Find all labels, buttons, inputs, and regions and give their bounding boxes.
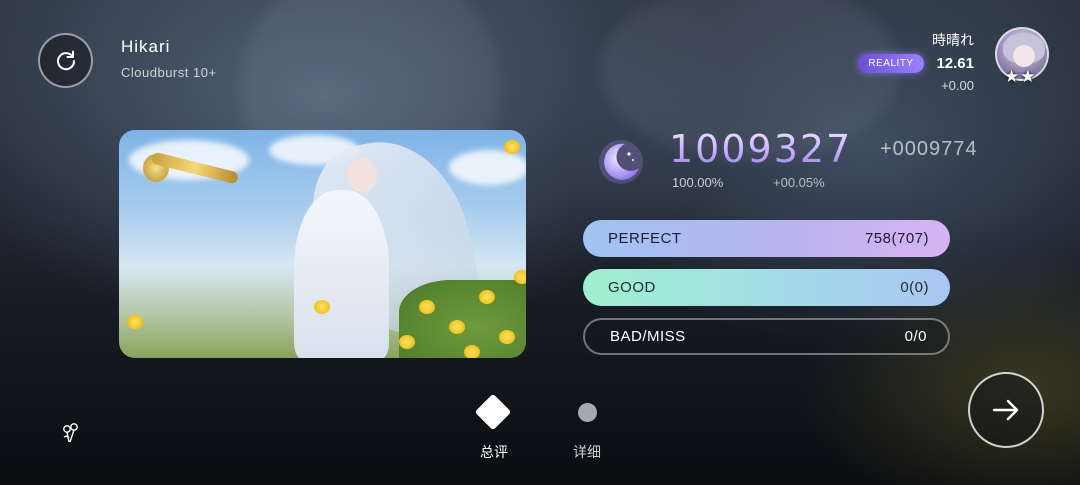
rks-badge: REALITY <box>858 54 924 73</box>
score: 1009327 <box>669 127 853 171</box>
player-stars: ★★ <box>1004 67 1037 86</box>
bad-miss-bar: BAD/MISS 0/0 <box>583 318 950 355</box>
retry-button[interactable] <box>38 33 93 88</box>
player-name: 時晴れ <box>932 32 974 48</box>
perfect-label: PERFECT <box>608 230 682 247</box>
accuracy-delta: +00.05% <box>773 175 825 190</box>
retry-icon <box>56 50 75 70</box>
arrow-right-icon <box>992 399 1019 421</box>
diamond-icon[interactable] <box>474 393 512 431</box>
perfect-bar: PERFECT 758(707) <box>583 220 950 257</box>
good-bar: GOOD 0(0) <box>583 269 950 306</box>
bad-miss-label: BAD/MISS <box>610 328 686 345</box>
next-button[interactable] <box>968 372 1044 448</box>
song-illustration <box>119 130 526 358</box>
good-count: 0(0) <box>900 279 929 296</box>
score-delta: +0009774 <box>880 138 978 160</box>
flower-icon[interactable] <box>58 421 82 445</box>
song-difficulty: Cloudburst 10+ <box>121 65 217 80</box>
bad-miss-count: 0/0 <box>904 328 927 345</box>
tab-detail[interactable]: 详细 <box>569 442 605 462</box>
perfect-count: 758(707) <box>864 230 929 247</box>
dot-icon[interactable] <box>578 403 597 422</box>
song-title: Hikari <box>121 37 171 56</box>
rks-value: 12.61 <box>936 55 974 72</box>
rks-delta: +0.00 <box>941 78 974 93</box>
tab-summary[interactable]: 总评 <box>476 442 512 462</box>
good-label: GOOD <box>608 279 656 296</box>
moon-icon <box>599 140 643 184</box>
accuracy: 100.00% <box>672 175 724 190</box>
